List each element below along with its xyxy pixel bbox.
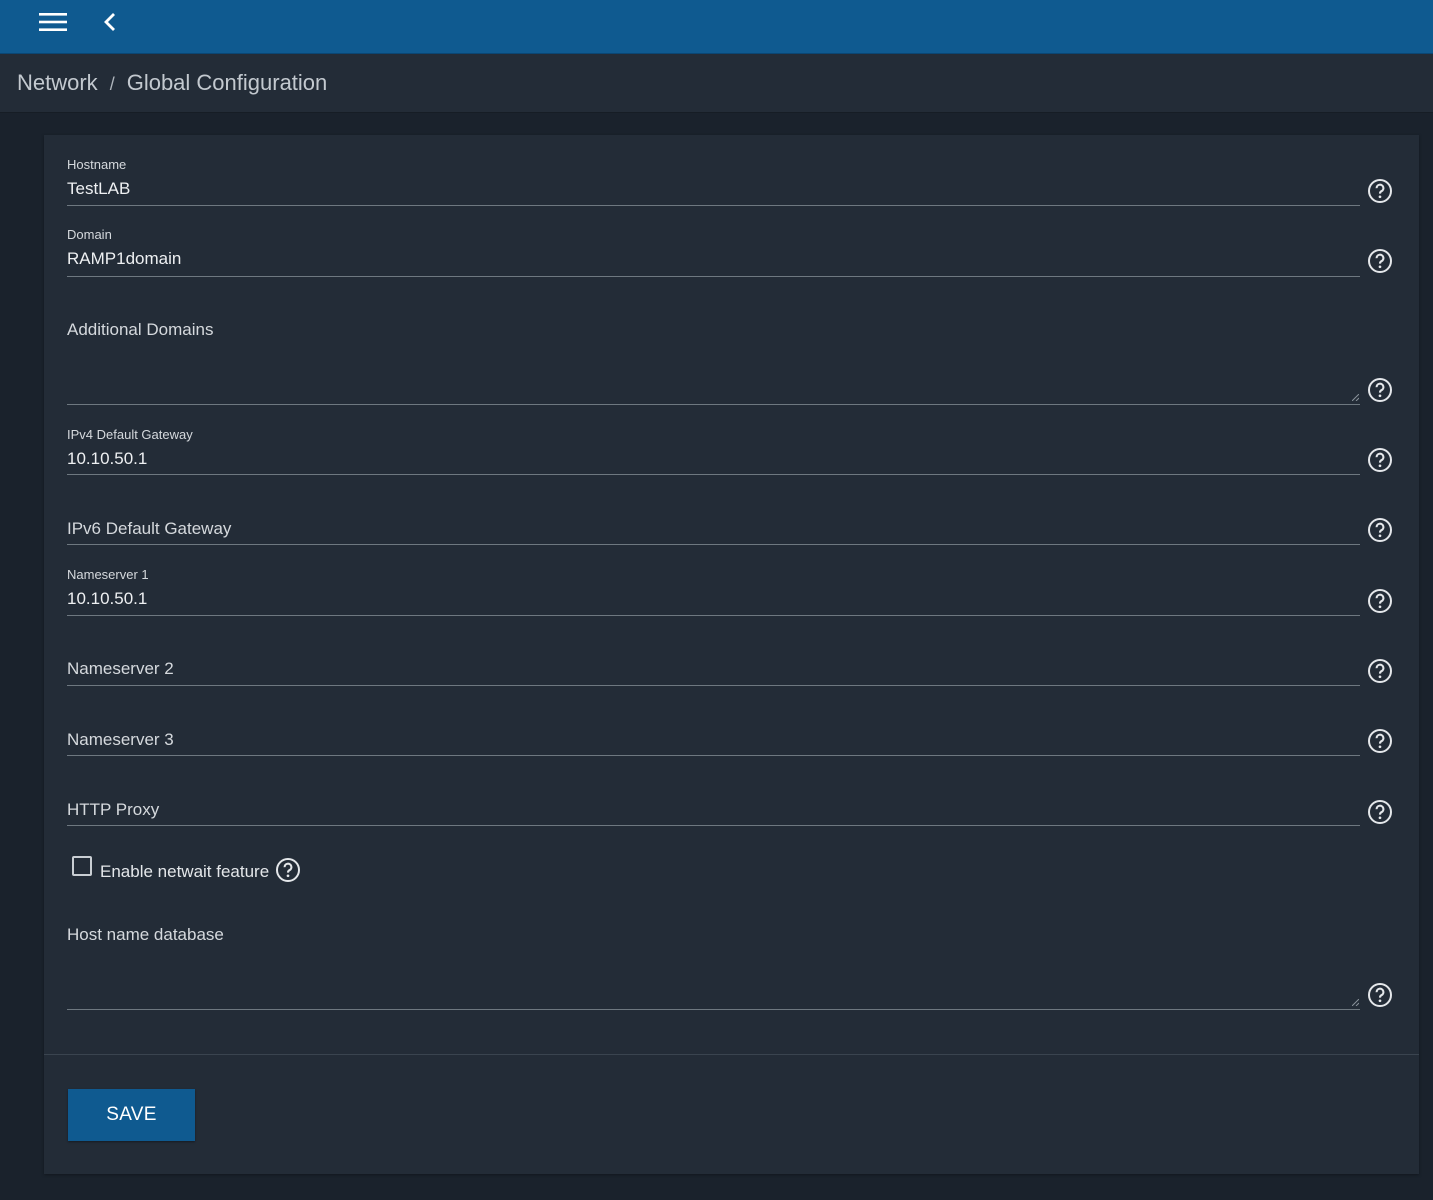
http-proxy-field[interactable]: HTTP Proxy [67, 796, 1360, 826]
global-configuration-form-card: Hostname Domain Additional Domains IPv4 … [44, 135, 1419, 1174]
hosts-database-field[interactable]: Host name database [67, 920, 1360, 1010]
hostname-input[interactable] [67, 179, 1347, 199]
nameserver3-help-icon[interactable] [1367, 728, 1393, 754]
netwait-checkbox[interactable] [72, 856, 92, 876]
hamburger-menu-icon[interactable] [36, 10, 70, 34]
ipv6-gateway-help-icon[interactable] [1367, 517, 1393, 543]
nameserver2-help-icon[interactable] [1367, 658, 1393, 684]
netwait-help-icon[interactable] [275, 857, 301, 883]
ipv6-gateway-field[interactable]: IPv6 Default Gateway [67, 515, 1360, 545]
nameserver2-label: Nameserver 2 [67, 659, 174, 678]
domain-field: Domain [67, 225, 1360, 277]
http-proxy-label: HTTP Proxy [67, 800, 160, 819]
hostname-help-icon[interactable] [1367, 178, 1393, 204]
domain-help-icon[interactable] [1367, 248, 1393, 274]
additional-domains-label: Additional Domains [67, 320, 214, 339]
nameserver1-field: Nameserver 1 [67, 565, 1360, 616]
nameserver1-input[interactable] [67, 589, 1347, 609]
hosts-database-label: Host name database [67, 925, 224, 944]
save-button[interactable]: SAVE [68, 1089, 195, 1141]
netwait-checkbox-row: Enable netwait feature [72, 854, 301, 884]
nameserver1-label: Nameserver 1 [67, 567, 149, 582]
nameserver2-field[interactable]: Nameserver 2 [67, 655, 1360, 686]
resize-grip-icon[interactable] [1352, 394, 1359, 401]
additional-domains-field[interactable]: Additional Domains [67, 315, 1360, 405]
top-toolbar [0, 0, 1433, 54]
breadcrumb-separator: / [109, 74, 115, 94]
domain-label: Domain [67, 227, 112, 242]
breadcrumb-bar: Network / Global Configuration [0, 54, 1433, 113]
ipv4-gateway-label: IPv4 Default Gateway [67, 427, 193, 442]
breadcrumb-current-page: Global Configuration [126, 70, 328, 95]
breadcrumb-network-link[interactable]: Network [17, 70, 98, 96]
netwait-label[interactable]: Enable netwait feature [100, 862, 269, 882]
ipv6-gateway-label: IPv6 Default Gateway [67, 519, 232, 538]
nameserver3-label: Nameserver 3 [67, 730, 174, 749]
nameserver3-field[interactable]: Nameserver 3 [67, 726, 1360, 756]
http-proxy-help-icon[interactable] [1367, 799, 1393, 825]
ipv4-gateway-field: IPv4 Default Gateway [67, 425, 1360, 475]
chevron-left-icon[interactable] [98, 9, 122, 35]
hostname-field: Hostname [67, 155, 1360, 206]
hosts-database-help-icon[interactable] [1367, 982, 1393, 1008]
domain-input[interactable] [67, 249, 1347, 269]
ipv4-gateway-help-icon[interactable] [1367, 447, 1393, 473]
additional-domains-help-icon[interactable] [1367, 377, 1393, 403]
resize-grip-icon[interactable] [1352, 999, 1359, 1006]
hostname-label: Hostname [67, 157, 127, 172]
ipv4-gateway-input[interactable] [67, 449, 1347, 469]
form-actions-divider [44, 1054, 1419, 1055]
nameserver1-help-icon[interactable] [1367, 588, 1393, 614]
breadcrumb: Network / Global Configuration [17, 70, 327, 96]
